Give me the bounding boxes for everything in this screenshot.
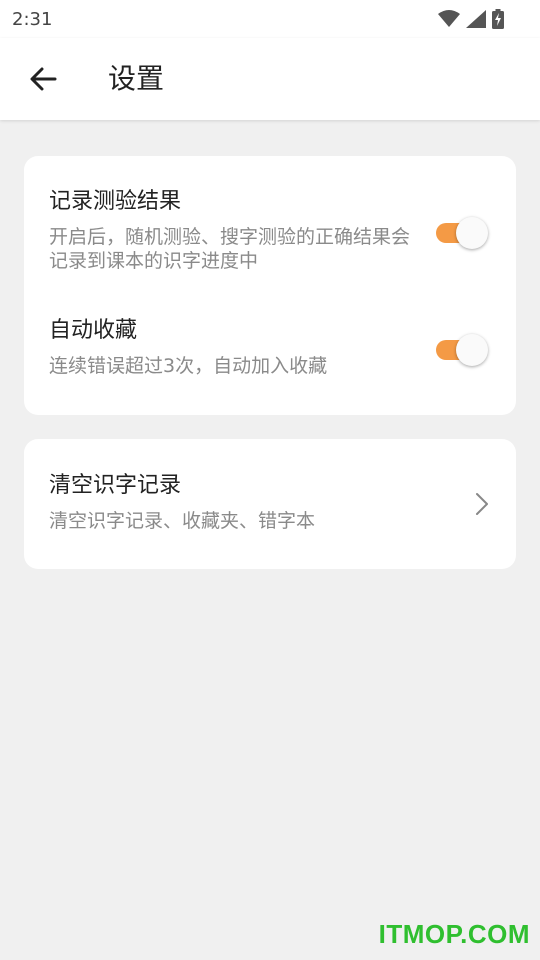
settings-card-quiz: 记录测验结果 开启后，随机测验、搜字测验的正确结果会记录到课本的识字进度中 自动… [24,156,516,415]
app-bar: 设置 [0,38,540,120]
setting-clear-records-title: 清空识字记录 [49,473,182,498]
toggle-knob [456,334,488,366]
back-button[interactable] [22,58,64,100]
record-results-toggle[interactable] [436,217,488,249]
watermark: ITMOP.COM [378,919,530,949]
setting-auto-favorite-title: 自动收藏 [49,318,138,343]
setting-record-results-description: 开启后，随机测验、搜字测验的正确结果会记录到课本的识字进度中 [49,226,411,272]
setting-auto-favorite-description: 连续错误超过3次，自动加入收藏 [49,355,328,377]
auto-favorite-toggle[interactable] [436,334,488,366]
battery-icon [492,9,504,29]
chevron-right-icon [472,489,492,519]
wifi-icon [438,10,460,27]
setting-record-results-title: 记录测验结果 [49,189,182,214]
toggle-knob [456,217,488,249]
signal-icon [466,10,486,28]
status-icons [438,9,504,29]
status-time: 2:31 [12,8,53,30]
setting-clear-records-description: 清空识字记录、收藏夹、错字本 [49,510,316,532]
status-bar: 2:31 [0,0,540,38]
arrow-left-icon [30,67,57,91]
setting-auto-favorite[interactable]: 自动收藏 连续错误超过3次，自动加入收藏 [49,316,491,378]
page-title: 设置 [108,62,165,95]
setting-record-results[interactable]: 记录测验结果 开启后，随机测验、搜字测验的正确结果会记录到课本的识字进度中 [49,187,491,273]
clear-records-card[interactable]: 清空识字记录 清空识字记录、收藏夹、错字本 [24,439,516,569]
setting-clear-records[interactable]: 清空识字记录 清空识字记录、收藏夹、错字本 [49,471,491,533]
